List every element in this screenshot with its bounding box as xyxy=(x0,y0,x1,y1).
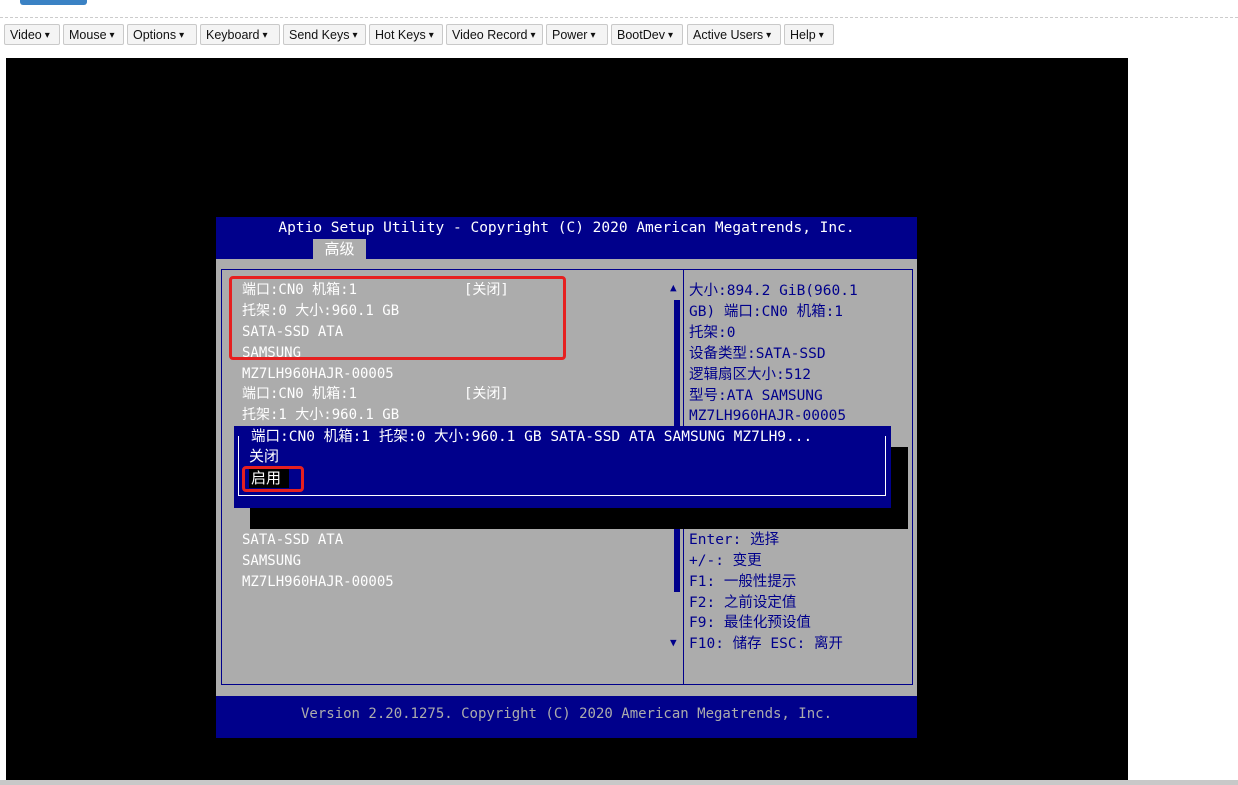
menu-video-record[interactable]: Video Record ▾ xyxy=(446,24,543,45)
top-divider xyxy=(0,17,1238,18)
key-help-line: Enter: 选择 xyxy=(689,532,780,548)
drive-item-line: SAMSUNG xyxy=(242,553,302,569)
chevron-down-icon: ▾ xyxy=(590,30,596,42)
drive-item-line: SATA-SSD ATA xyxy=(242,532,344,548)
drive-item-line: MZ7LH960HAJR-00005 xyxy=(242,574,394,590)
help-line: MZ7LH960HAJR-00005 xyxy=(689,408,847,424)
scroll-up-icon: ▲ xyxy=(670,281,677,294)
chevron-down-icon: ▾ xyxy=(818,30,824,42)
bios-header: Aptio Setup Utility - Copyright (C) 2020… xyxy=(216,217,917,259)
menu-video[interactable]: Video ▾ xyxy=(4,24,60,45)
menu-keyboard[interactable]: Keyboard ▾ xyxy=(200,24,280,45)
drive-item-line: 端口:CN0 机箱:1 xyxy=(242,386,358,402)
key-help-line: F9: 最佳化预设值 xyxy=(689,615,811,631)
help-line: 托架:0 xyxy=(689,325,736,341)
help-line: 型号:ATA SAMSUNG xyxy=(689,388,823,404)
help-line: 逻辑扇区大小:512 xyxy=(689,367,811,383)
top-tab-button[interactable] xyxy=(20,0,87,5)
tab-advanced[interactable]: 高级 xyxy=(313,239,366,259)
help-line: 大小:894.2 GiB(960.1 xyxy=(689,283,858,299)
menu-send-keys[interactable]: Send Keys ▾ xyxy=(283,24,366,45)
menu-mouse[interactable]: Mouse ▾ xyxy=(63,24,124,45)
popup-title: 端口:CN0 机箱:1 托架:0 大小:960.1 GB SATA-SSD AT… xyxy=(249,428,815,446)
help-line: GB) 端口:CN0 机箱:1 xyxy=(689,304,844,320)
key-help-line: +/-: 变更 xyxy=(689,553,762,569)
drive-item-value: [关闭] xyxy=(464,386,509,402)
chevron-down-icon: ▾ xyxy=(352,30,358,42)
menu-help[interactable]: Help ▾ xyxy=(784,24,834,45)
key-help-line: F10: 储存 ESC: 离开 xyxy=(689,636,844,652)
horizontal-scrollbar[interactable] xyxy=(0,780,1238,785)
chevron-down-icon: ▾ xyxy=(44,30,50,42)
chevron-down-icon: ▾ xyxy=(667,30,673,42)
bios-title: Aptio Setup Utility - Copyright (C) 2020… xyxy=(278,220,855,236)
drive-item-line: MZ7LH960HAJR-00005 xyxy=(242,366,394,382)
chevron-down-icon: ▾ xyxy=(179,30,185,42)
drive-item-line: 托架:1 大小:960.1 GB xyxy=(242,407,400,423)
chevron-down-icon: ▾ xyxy=(262,30,268,42)
bios-footer: Version 2.20.1275. Copyright (C) 2020 Am… xyxy=(216,696,917,738)
option-popup: 端口:CN0 机箱:1 托架:0 大小:960.1 GB SATA-SSD AT… xyxy=(234,426,891,508)
menu-power[interactable]: Power ▾ xyxy=(546,24,608,45)
menu-options[interactable]: Options ▾ xyxy=(127,24,197,45)
version-text: Version 2.20.1275. Copyright (C) 2020 Am… xyxy=(300,706,832,722)
chevron-down-icon: ▾ xyxy=(530,30,536,42)
highlight-box-drive xyxy=(229,276,566,360)
key-help-line: F1: 一般性提示 xyxy=(689,574,797,590)
help-line: 设备类型:SATA-SSD xyxy=(689,346,826,362)
scroll-down-icon: ▼ xyxy=(670,636,677,649)
menu-bootdev[interactable]: BootDev ▾ xyxy=(611,24,683,45)
highlight-box-enable xyxy=(242,466,304,492)
chevron-down-icon: ▾ xyxy=(109,30,115,42)
key-help-line: F2: 之前设定值 xyxy=(689,595,797,611)
menu-active-users[interactable]: Active Users ▾ xyxy=(687,24,781,45)
menu-hot-keys[interactable]: Hot Keys ▾ xyxy=(369,24,443,45)
option-disabled[interactable]: 关闭 xyxy=(249,446,279,466)
chevron-down-icon: ▾ xyxy=(766,30,772,42)
chevron-down-icon: ▾ xyxy=(428,30,434,42)
